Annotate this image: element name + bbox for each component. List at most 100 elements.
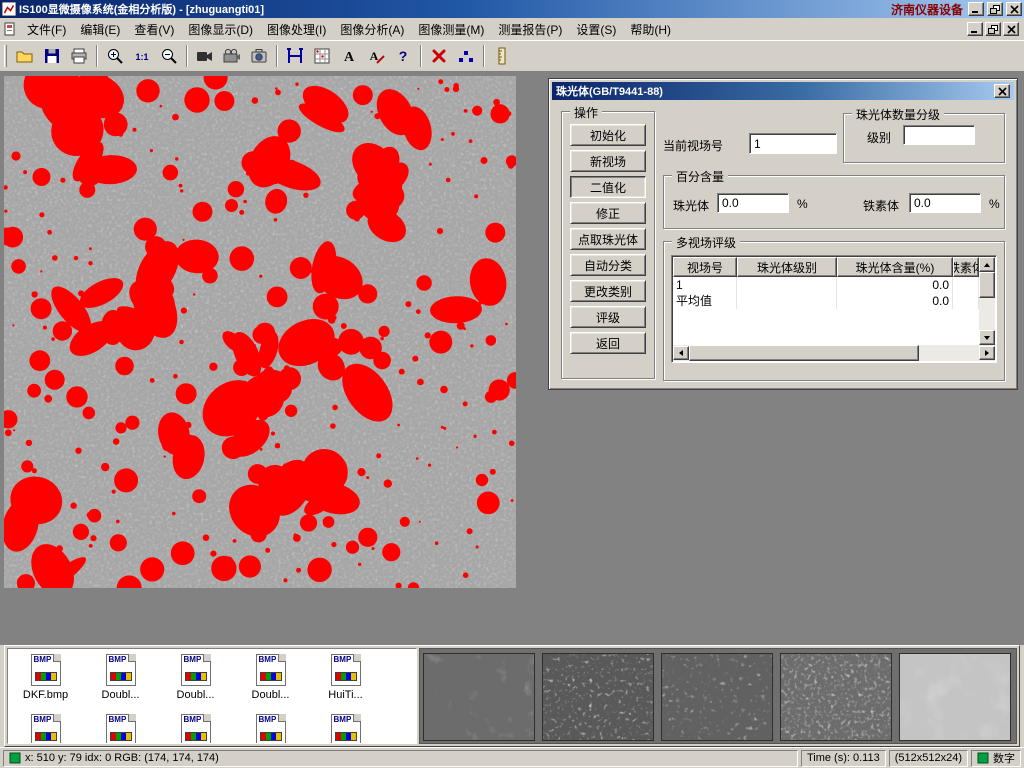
- menu-view[interactable]: 查看(V): [127, 18, 181, 41]
- pearlite-input[interactable]: [717, 193, 789, 213]
- delete-button[interactable]: [426, 43, 452, 69]
- thumbnail-5[interactable]: [899, 653, 1011, 741]
- file-item[interactable]: BMP HuiTi...: [308, 649, 383, 701]
- menu-image-processing[interactable]: 图像处理(I): [260, 18, 333, 41]
- scroll-up-button[interactable]: [979, 257, 995, 272]
- text-edit-icon: A: [366, 46, 386, 66]
- bmp-file-icon: BMP: [181, 714, 211, 744]
- new-field-button[interactable]: 新视场: [570, 150, 646, 172]
- child-window-icon[interactable]: [3, 22, 17, 36]
- header-content[interactable]: 珠光体含量(%): [837, 257, 953, 277]
- toolbar-grip[interactable]: [4, 45, 7, 67]
- table-row[interactable]: 平均值 0.0: [673, 293, 979, 309]
- zoom-in-button[interactable]: [102, 43, 128, 69]
- actual-size-button[interactable]: 1:1: [129, 43, 155, 69]
- menu-settings[interactable]: 设置(S): [569, 18, 623, 41]
- thumbnail-1[interactable]: [423, 653, 535, 741]
- menu-image-display[interactable]: 图像显示(D): [181, 18, 260, 41]
- grade-button[interactable]: 评级: [570, 306, 646, 328]
- camera-button[interactable]: [246, 43, 272, 69]
- header-field[interactable]: 视场号: [673, 257, 737, 277]
- pick-pearlite-button[interactable]: 点取珠光体: [570, 228, 646, 250]
- thumbnail-4[interactable]: [780, 653, 892, 741]
- menu-edit[interactable]: 编辑(E): [73, 18, 127, 41]
- thumbnail-2[interactable]: [542, 653, 654, 741]
- file-item[interactable]: BMP: [158, 709, 233, 744]
- file-item[interactable]: BMP Doubl...: [233, 649, 308, 701]
- init-button[interactable]: 初始化: [570, 124, 646, 146]
- grid-count-button[interactable]: [309, 43, 335, 69]
- file-item[interactable]: BMP Doubl...: [83, 649, 158, 701]
- scroll-left-button[interactable]: [673, 346, 689, 360]
- auto-classify-button[interactable]: 自动分类: [570, 254, 646, 276]
- level-input[interactable]: [903, 125, 975, 145]
- help-button[interactable]: ?: [390, 43, 416, 69]
- header-ferrite[interactable]: 铁素体: [953, 257, 979, 277]
- menu-image-analysis[interactable]: 图像分析(A): [333, 18, 411, 41]
- open-button[interactable]: [12, 43, 38, 69]
- header-grade[interactable]: 珠光体级别: [737, 257, 837, 277]
- table-vertical-scrollbar[interactable]: [979, 257, 995, 345]
- table-row[interactable]: 1 0.0: [673, 277, 979, 293]
- child-close-button[interactable]: [1003, 22, 1019, 36]
- text-edit-button[interactable]: A: [363, 43, 389, 69]
- cell-field: 平均值: [673, 293, 737, 309]
- status-time-panel: Time (s): 0.113: [801, 750, 886, 767]
- caliper-button[interactable]: [282, 43, 308, 69]
- file-item[interactable]: BMP DKF.bmp: [8, 649, 83, 701]
- menu-measure-report[interactable]: 测量报告(P): [491, 18, 569, 41]
- zoom-out-button[interactable]: [156, 43, 182, 69]
- file-item[interactable]: BMP Doubl...: [158, 649, 233, 701]
- file-item[interactable]: BMP: [308, 709, 383, 744]
- menu-image-measure[interactable]: 图像测量(M): [411, 18, 491, 41]
- operation-group: 操作 初始化 新视场 二值化 修正 点取珠光体 自动分类 更改类别 评级 返回: [561, 111, 655, 379]
- binarize-button[interactable]: 二值化: [570, 176, 646, 198]
- thumbnail-3[interactable]: [661, 653, 773, 741]
- print-button[interactable]: [66, 43, 92, 69]
- file-item[interactable]: BMP: [233, 709, 308, 744]
- cell-field: 1: [673, 277, 737, 293]
- vendor-text: 济南仪器设备: [891, 1, 963, 18]
- vertical-scroll-thumb[interactable]: [979, 272, 995, 298]
- current-field-input[interactable]: [749, 133, 837, 154]
- table-horizontal-scrollbar[interactable]: [673, 345, 995, 361]
- multi-field-table[interactable]: 视场号 珠光体级别 珠光体含量(%) 铁素体 1 0.0 平均值: [671, 255, 997, 363]
- file-list[interactable]: BMP DKF.bmp BMP Doubl... BMP Doubl... BM…: [7, 648, 417, 744]
- menu-file[interactable]: 文件(F): [20, 18, 73, 41]
- ruler-button[interactable]: [489, 43, 515, 69]
- point-list-icon: [456, 46, 476, 66]
- live-video-button[interactable]: [192, 43, 218, 69]
- bmp-file-icon: BMP: [256, 714, 286, 744]
- processing-time-text: Time (s): 0.113: [807, 752, 880, 764]
- dialog-close-button[interactable]: [994, 84, 1010, 98]
- toolbar-separator: [420, 45, 422, 67]
- dialog-title-bar[interactable]: 珠光体(GB/T9441-88): [552, 82, 1014, 100]
- scroll-right-button[interactable]: [979, 346, 995, 360]
- minimize-button[interactable]: [968, 2, 984, 16]
- camera-icon: [249, 46, 269, 66]
- text-label-button[interactable]: A: [336, 43, 362, 69]
- ferrite-input[interactable]: [909, 193, 981, 213]
- scroll-down-button[interactable]: [979, 330, 995, 345]
- title-bar[interactable]: IS100显微摄像系统(金相分析版) - [zhuguangti01] 济南仪器…: [0, 0, 1024, 18]
- return-button[interactable]: 返回: [570, 332, 646, 354]
- metallographic-image[interactable]: [4, 76, 516, 588]
- child-minimize-button[interactable]: [967, 22, 983, 36]
- change-class-button[interactable]: 更改类别: [570, 280, 646, 302]
- file-item[interactable]: BMP: [83, 709, 158, 744]
- operation-buttons: 初始化 新视场 二值化 修正 点取珠光体 自动分类 更改类别 评级 返回: [562, 124, 654, 354]
- toolbar-separator: [483, 45, 485, 67]
- cell-grade: [737, 293, 837, 309]
- child-restore-button[interactable]: [985, 22, 1001, 36]
- correct-button[interactable]: 修正: [570, 202, 646, 224]
- restore-button[interactable]: [987, 2, 1003, 16]
- file-item[interactable]: BMP: [8, 709, 83, 744]
- save-button[interactable]: [39, 43, 65, 69]
- close-button[interactable]: [1006, 2, 1022, 16]
- file-name: Doubl...: [102, 689, 140, 701]
- menu-help[interactable]: 帮助(H): [623, 18, 678, 41]
- camcorder-button[interactable]: [219, 43, 245, 69]
- point-list-button[interactable]: [453, 43, 479, 69]
- svg-text:A: A: [344, 50, 355, 65]
- horizontal-scroll-thumb[interactable]: [689, 345, 919, 361]
